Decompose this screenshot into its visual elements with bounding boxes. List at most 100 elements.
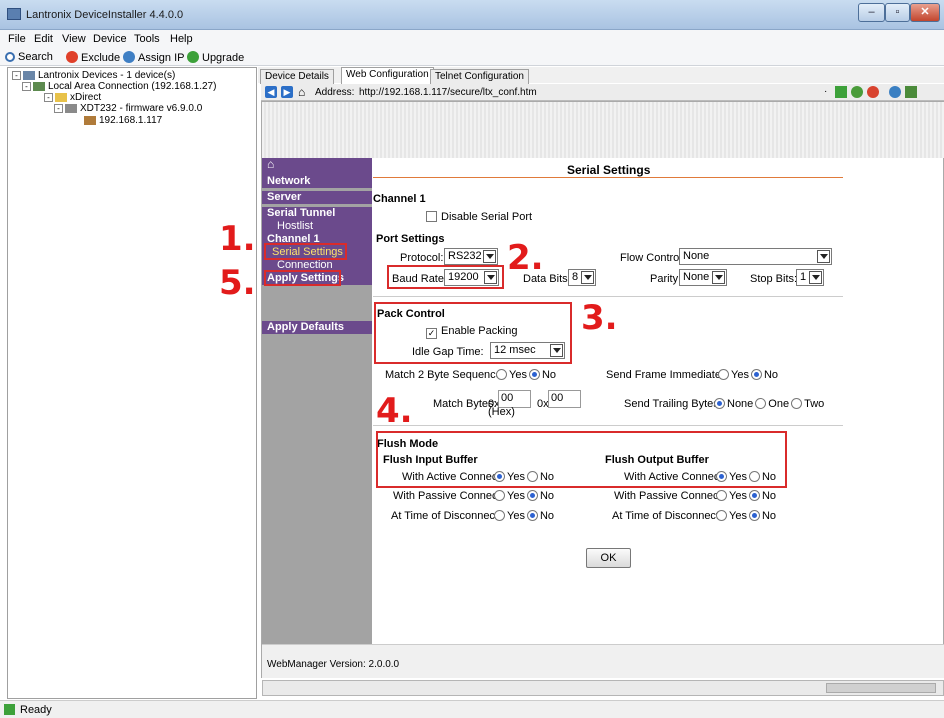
title-rule [373,177,843,178]
horizontal-scrollbar[interactable] [262,680,944,696]
match-byte-2-input[interactable]: 00 [548,390,581,408]
chevron-down-icon [581,271,594,284]
nav-serial-tunnel[interactable]: Serial Tunnel [262,207,372,220]
menu-device[interactable]: Device [93,33,127,45]
chevron-down-icon [817,250,830,263]
home-icon[interactable]: ⌂ [262,158,372,175]
scroll-thumb[interactable] [826,683,936,693]
home-icon[interactable]: ⌂ [298,85,305,99]
refresh-icon[interactable] [851,86,863,98]
ok-button[interactable]: OK [586,548,631,568]
tab-web-configuration[interactable]: Web Configuration [341,67,434,84]
protocol-select[interactable]: RS232 [444,248,498,265]
upgrade-button[interactable]: Upgrade [187,51,244,64]
forward-icon[interactable]: ▶ [281,86,293,98]
tab-strip: Device Details Web Configuration Telnet … [258,67,944,84]
menu-tools[interactable]: Tools [134,33,160,45]
collapse-icon[interactable]: - [54,103,63,113]
maximize-button[interactable]: ▫ [885,3,910,22]
send-trailing-radio[interactable]: None One Two [712,398,824,410]
upgrade-icon [187,51,199,63]
address-url[interactable]: http://192.168.1.117/secure/ltx_conf.htm [359,87,537,98]
protocol-label: Protocol: [400,252,444,264]
output-passive-label: With Passive Connect: [614,490,725,502]
tree-ip[interactable]: 192.168.1.117 [84,115,162,126]
back-icon[interactable]: ◀ [265,86,277,98]
tree-root[interactable]: - Lantronix Devices - 1 device(s) [12,70,175,81]
stop-icon[interactable] [867,86,879,98]
output-passive-radio[interactable]: Yes No [714,490,776,502]
go-icon[interactable] [835,86,847,98]
status-text: Ready [20,704,52,716]
tab-device-details[interactable]: Device Details [260,69,334,84]
input-passive-radio[interactable]: Yes No [492,490,554,502]
data-bits-select[interactable]: 8 [568,269,596,286]
nav-server[interactable]: Server [262,191,372,204]
page-banner [262,102,944,158]
folder-icon [55,92,67,102]
collapse-icon[interactable]: - [12,70,21,80]
flow-control-select[interactable]: None [679,248,832,265]
annotation-box-baud-rate [387,265,504,289]
menu-file[interactable]: File [8,33,26,45]
menu-edit[interactable]: Edit [34,33,53,45]
nav-hostlist[interactable]: Hostlist [262,220,372,233]
stop-bits-select[interactable]: 1 [796,269,824,286]
annotation-number-2: 2. [507,238,544,278]
toolbar: Search Exclude Assign IP Upgrade [0,48,944,66]
assign-ip-icon [123,51,135,63]
annotation-number-5: 5. [219,263,256,303]
chevron-down-icon [809,271,822,284]
annotation-box-serial-settings [264,243,347,260]
nav-apply-defaults[interactable]: Apply Defaults [262,321,372,334]
menu-view[interactable]: View [62,33,86,45]
parity-label: Parity: [650,273,682,285]
chevron-down-icon [712,271,725,284]
tree-device[interactable]: - XDT232 - firmware v6.9.0.0 [54,103,202,114]
match-2-byte-label: Match 2 Byte Sequence: [385,369,505,381]
input-disconnect-radio[interactable]: Yes No [492,510,554,522]
collapse-icon[interactable]: - [22,81,31,91]
exclude-icon [66,51,78,63]
search-icon [5,52,15,62]
close-button[interactable]: ✕ [910,3,940,22]
dropdown-icon[interactable]: · [824,86,827,97]
address-label: Address: [315,87,355,98]
port-settings-heading: Port Settings [376,233,445,245]
tree-lan[interactable]: - Local Area Connection (192.168.1.27) [22,81,216,92]
window-title: Lantronix DeviceInstaller 4.4.0.0 [26,9,184,21]
menu-help[interactable]: Help [170,33,193,45]
assign-ip-button[interactable]: Assign IP [123,51,184,64]
flow-control-label: Flow Control: [620,252,685,264]
tab-telnet-configuration[interactable]: Telnet Configuration [430,69,529,84]
devices-icon [23,70,35,80]
channel-heading: Channel 1 [373,193,426,205]
web-footer: WebManager Version: 2.0.0.0 [262,644,944,678]
section-divider [373,425,843,426]
nav-network[interactable]: Network [262,175,372,188]
output-disconnect-radio[interactable]: Yes No [714,510,776,522]
checkmark-icon [4,704,15,715]
title-bar: Lantronix DeviceInstaller 4.4.0.0 – ▫ ✕ [0,0,944,30]
collapse-icon[interactable]: - [44,92,53,102]
match-2-byte-radio[interactable]: Yes No [494,369,556,381]
send-frame-immediate-radio[interactable]: Yes No [716,369,778,381]
chevron-down-icon [483,250,496,263]
annotation-number-1: 1. [219,219,256,259]
favorite-icon[interactable] [889,86,901,98]
print-icon[interactable] [905,86,917,98]
config-nav: ⌂ Network Server Serial Tunnel Hostlist … [262,158,372,644]
app-icon [7,8,21,20]
tree-group[interactable]: - xDirect [44,92,101,103]
annotation-box-apply-settings [264,270,341,286]
status-bar: Ready [0,700,944,718]
annotation-number-3: 3. [581,298,618,338]
section-divider [373,296,843,297]
ip-node-icon [84,115,96,125]
disable-serial-checkbox[interactable]: Disable Serial Port [426,211,532,223]
minimize-button[interactable]: – [858,3,885,22]
search-button[interactable]: Search [5,51,53,63]
parity-select[interactable]: None [679,269,727,286]
exclude-button[interactable]: Exclude [66,51,120,64]
version-text: WebManager Version: 2.0.0.0 [267,659,400,670]
